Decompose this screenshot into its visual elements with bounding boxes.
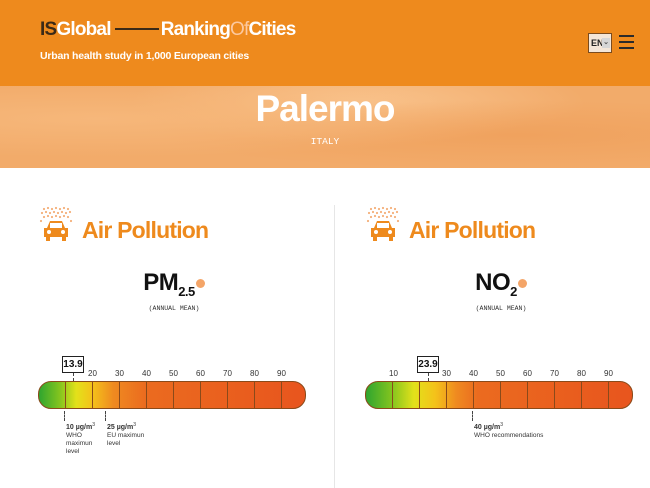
no2-panel: Air Pollution NO2 (ANNUAL MEAN) 10 23.9 … — [365, 168, 650, 488]
threshold-line — [64, 411, 65, 421]
tick-label: 70 — [223, 369, 232, 378]
measure-label: (ANNUAL MEAN) — [148, 305, 200, 312]
pollutant-main: NO — [475, 269, 511, 296]
threshold-line — [105, 411, 106, 421]
info-icon[interactable] — [517, 279, 527, 288]
pollutant-sub: 2.5 — [178, 283, 195, 299]
tick-label: 90 — [604, 369, 613, 378]
brand-dash — [114, 27, 159, 30]
language-select[interactable]: EN ⌄ — [588, 33, 612, 53]
threshold-line — [472, 411, 473, 421]
tick-label: 70 — [550, 369, 559, 378]
pm25-panel: Air Pollution PM2.5 (ANNUAL MEAN) 13.9 2… — [38, 168, 358, 488]
brand-ranking-text: Ranking — [160, 19, 231, 40]
chevron-down-icon: ⌄ — [602, 38, 610, 48]
country-label: ITALY — [310, 136, 340, 147]
tick-label: 30 — [442, 369, 451, 378]
value-marker: 23.9 — [417, 356, 439, 373]
who-note: 10 µg/m3 WHO maximun level — [66, 422, 95, 456]
panel-title: Air Pollution — [82, 217, 209, 243]
pollutant-name: PM2.5 — [134, 269, 214, 299]
tick-label: 90 — [277, 369, 286, 378]
eu-note: 25 µg/m3 EU maximun level — [107, 422, 145, 448]
who-note: 40 µg/m3 WHO recommendations — [474, 422, 544, 440]
tick-label: 40 — [469, 369, 478, 378]
car-pollution-icon — [39, 206, 73, 241]
tick-label: 10 — [389, 369, 398, 378]
pollutant-sub: 2 — [510, 283, 517, 299]
tick-label: 30 — [115, 369, 124, 378]
pm25-scale-bar — [38, 381, 306, 409]
car-pollution-icon — [366, 206, 400, 241]
brand-of-text: Of — [230, 19, 249, 40]
pollutant-main: PM — [143, 269, 179, 296]
value-marker: 13.9 — [62, 356, 84, 373]
tick-label: 40 — [142, 369, 151, 378]
city-title: Palermo — [255, 88, 395, 129]
tick-label: 60 — [196, 369, 205, 378]
tagline: Urban health study in 1,000 European cit… — [40, 50, 250, 62]
tick-label: 80 — [250, 369, 259, 378]
tick-label: 60 — [523, 369, 532, 378]
brand-is-text: IS — [40, 19, 57, 40]
info-icon[interactable] — [195, 279, 205, 288]
brand-logo[interactable]: ISGlobal RankingOfCities — [40, 19, 297, 41]
brand-global-text: Global — [56, 19, 111, 40]
brand-cities-text: Cities — [248, 19, 297, 40]
menu-icon[interactable] — [619, 35, 634, 49]
no2-scale-bar — [365, 381, 633, 409]
tick-label: 50 — [496, 369, 505, 378]
measure-label: (ANNUAL MEAN) — [475, 305, 527, 312]
tick-label: 80 — [577, 369, 586, 378]
tick-label: 50 — [169, 369, 178, 378]
top-header: ISGlobal RankingOfCities Urban health stu… — [0, 0, 650, 86]
pollutant-name: NO2 — [461, 269, 541, 299]
tick-label: 20 — [88, 369, 97, 378]
panel-title: Air Pollution — [409, 217, 536, 243]
